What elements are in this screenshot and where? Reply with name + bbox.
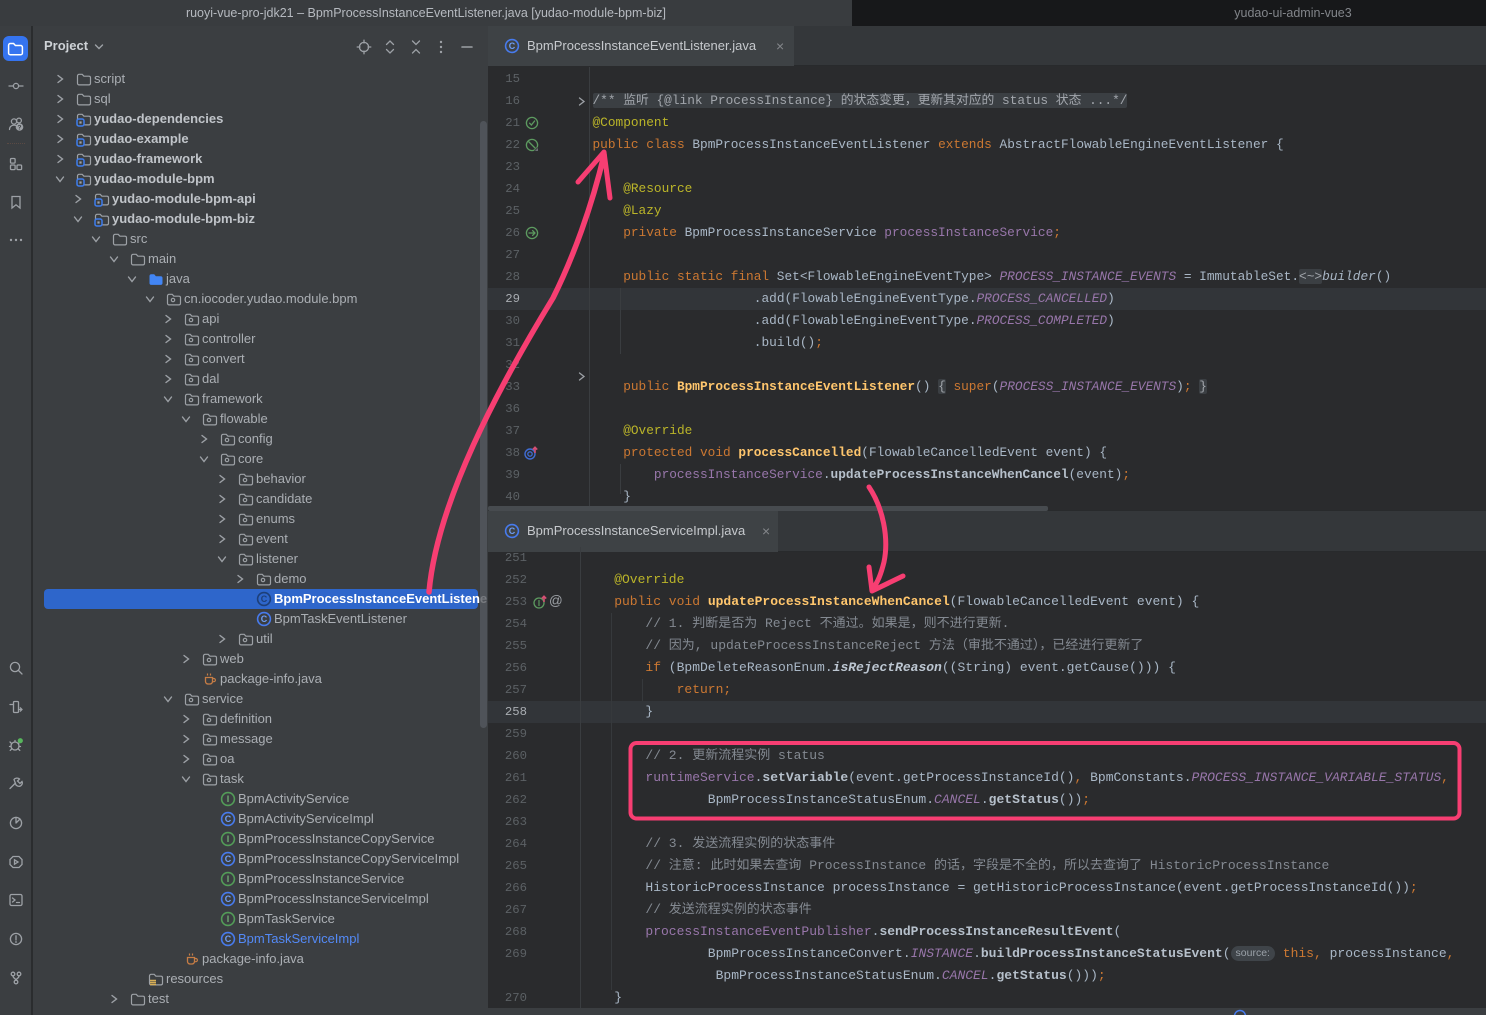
svg-text:?: ?	[18, 125, 22, 132]
